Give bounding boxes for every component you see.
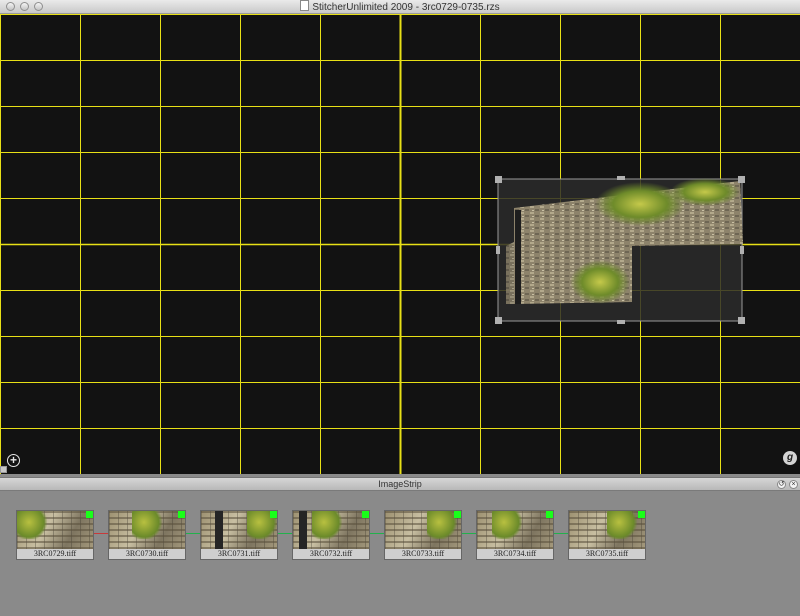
- image-strip-header: ImageStrip ↺ ×: [0, 477, 800, 491]
- thumbnail-link-line: [278, 533, 292, 534]
- handle-right-middle[interactable]: [740, 246, 744, 254]
- thumbnail-foliage: [312, 511, 342, 539]
- thumbnail-foliage: [492, 511, 522, 539]
- resize-grip-icon[interactable]: [0, 466, 7, 473]
- selected-marker-icon[interactable]: [270, 511, 277, 518]
- g-circle-icon[interactable]: g: [783, 451, 797, 465]
- thumbnail-link-line: [186, 533, 200, 534]
- thumbnail-link-line: [554, 533, 568, 534]
- restore-icon[interactable]: ↺: [777, 480, 786, 489]
- image-thumbnail[interactable]: 3RC0729.tiff: [16, 510, 94, 560]
- thumbnail-label: 3RC0730.tiff: [109, 549, 185, 559]
- foliage-overlay-2: [670, 178, 740, 206]
- handle-top-left[interactable]: [495, 176, 502, 183]
- selected-marker-icon[interactable]: [454, 511, 461, 518]
- selected-marker-icon[interactable]: [178, 511, 185, 518]
- thumbnail-link-line: [94, 533, 108, 534]
- image-thumbnail[interactable]: 3RC0733.tiff: [384, 510, 462, 560]
- plus-circle-icon[interactable]: +: [7, 454, 20, 467]
- thumbnail-label: 3RC0733.tiff: [385, 549, 461, 559]
- thumbnail-post: [299, 511, 307, 549]
- thumbnail-foliage: [427, 511, 457, 539]
- image-thumbnail[interactable]: 3RC0734.tiff: [476, 510, 554, 560]
- image-thumbnail[interactable]: 3RC0731.tiff: [200, 510, 278, 560]
- thumbnail-foliage: [607, 511, 637, 539]
- thumbnail-link-line: [370, 533, 384, 534]
- selected-marker-icon[interactable]: [546, 511, 553, 518]
- image-thumbnail[interactable]: 3RC0735.tiff: [568, 510, 646, 560]
- image-thumbnail[interactable]: 3RC0732.tiff: [292, 510, 370, 560]
- handle-bottom-left[interactable]: [495, 317, 502, 324]
- selected-marker-icon[interactable]: [362, 511, 369, 518]
- thumbnail-label: 3RC0731.tiff: [201, 549, 277, 559]
- handle-bottom-middle[interactable]: [617, 320, 625, 324]
- window-title-wrap: StitcherUnlimited 2009 - 3rc0729-0735.rz…: [0, 0, 800, 13]
- image-thumbnail[interactable]: 3RC0730.tiff: [108, 510, 186, 560]
- handle-bottom-right[interactable]: [738, 317, 745, 324]
- canvas-drawing: [0, 14, 800, 474]
- window-titlebar: StitcherUnlimited 2009 - 3rc0729-0735.rz…: [0, 0, 800, 14]
- thumbnail-label: 3RC0735.tiff: [569, 549, 645, 559]
- panorama-canvas[interactable]: + g: [0, 14, 800, 474]
- document-icon: [300, 0, 310, 11]
- handle-top-right[interactable]: [738, 176, 745, 183]
- thumbnail-foliage: [132, 511, 162, 539]
- stitched-panorama[interactable]: [495, 176, 745, 324]
- image-strip-title: ImageStrip: [378, 479, 422, 489]
- thumbnail-foliage: [17, 511, 47, 539]
- handle-top-middle[interactable]: [617, 176, 625, 180]
- window-title: StitcherUnlimited 2009 - 3rc0729-0735.rz…: [312, 2, 500, 13]
- selected-marker-icon[interactable]: [638, 511, 645, 518]
- dark-post: [515, 210, 521, 304]
- thumbnail-link-line: [462, 533, 476, 534]
- selected-marker-icon[interactable]: [86, 511, 93, 518]
- handle-left-middle[interactable]: [496, 246, 500, 254]
- close-icon[interactable]: ×: [789, 480, 798, 489]
- panorama-edge-image: [506, 242, 514, 304]
- thumbnail-post: [215, 511, 223, 549]
- thumbnail-label: 3RC0734.tiff: [477, 549, 553, 559]
- thumbnail-label: 3RC0732.tiff: [293, 549, 369, 559]
- thumbnail-label: 3RC0729.tiff: [17, 549, 93, 559]
- foliage-overlay-3: [570, 260, 630, 304]
